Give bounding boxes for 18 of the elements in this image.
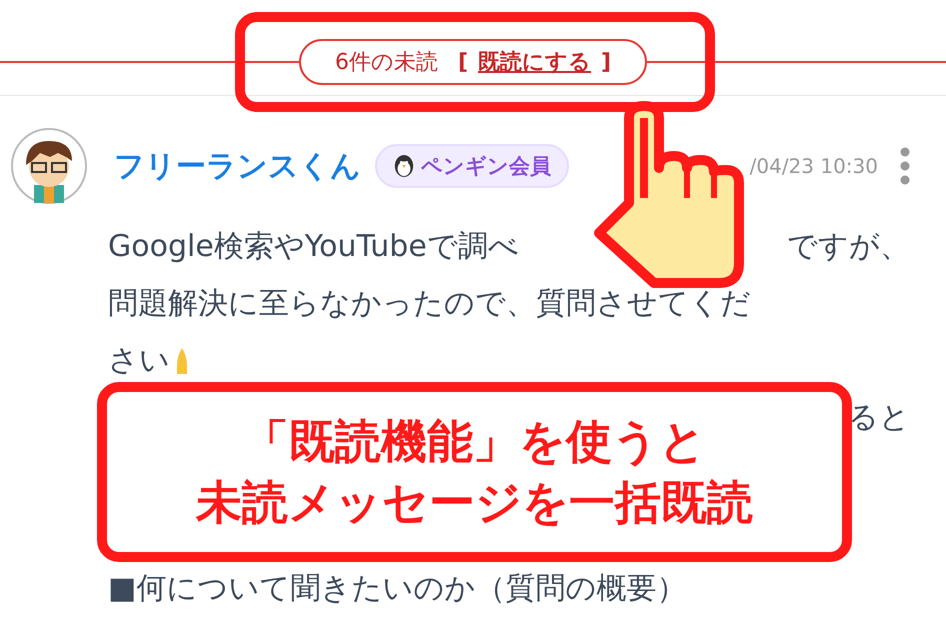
message-text: さい [108,342,170,380]
mark-read-link[interactable]: 既読にする [478,47,591,77]
avatar[interactable] [10,127,88,205]
penguin-icon [393,154,415,178]
unread-count: 6件の未読 [334,49,438,77]
message-text: 問題解決に至らなかったので、質問させてくだ [108,285,751,323]
message-text: Google検索やYouTubeで調べ [108,228,519,266]
member-badge: ペンギン会員 [375,144,569,188]
callout-text: 「既読機能」を使うと [243,414,706,469]
bracket: ] [601,50,612,74]
message-text: ですが、 [787,228,910,266]
message-text: ■何について聞きたいのか（質問の概要） [108,570,686,608]
message-text: ると [848,399,910,437]
bracket: [ [458,50,468,74]
callout-text: 未読メッセージを一括既読 [196,475,753,530]
timestamp: /04/23 10:30 [750,154,878,178]
more-options-icon[interactable] [900,146,910,186]
author-name[interactable]: フリーランスくん [114,146,361,186]
